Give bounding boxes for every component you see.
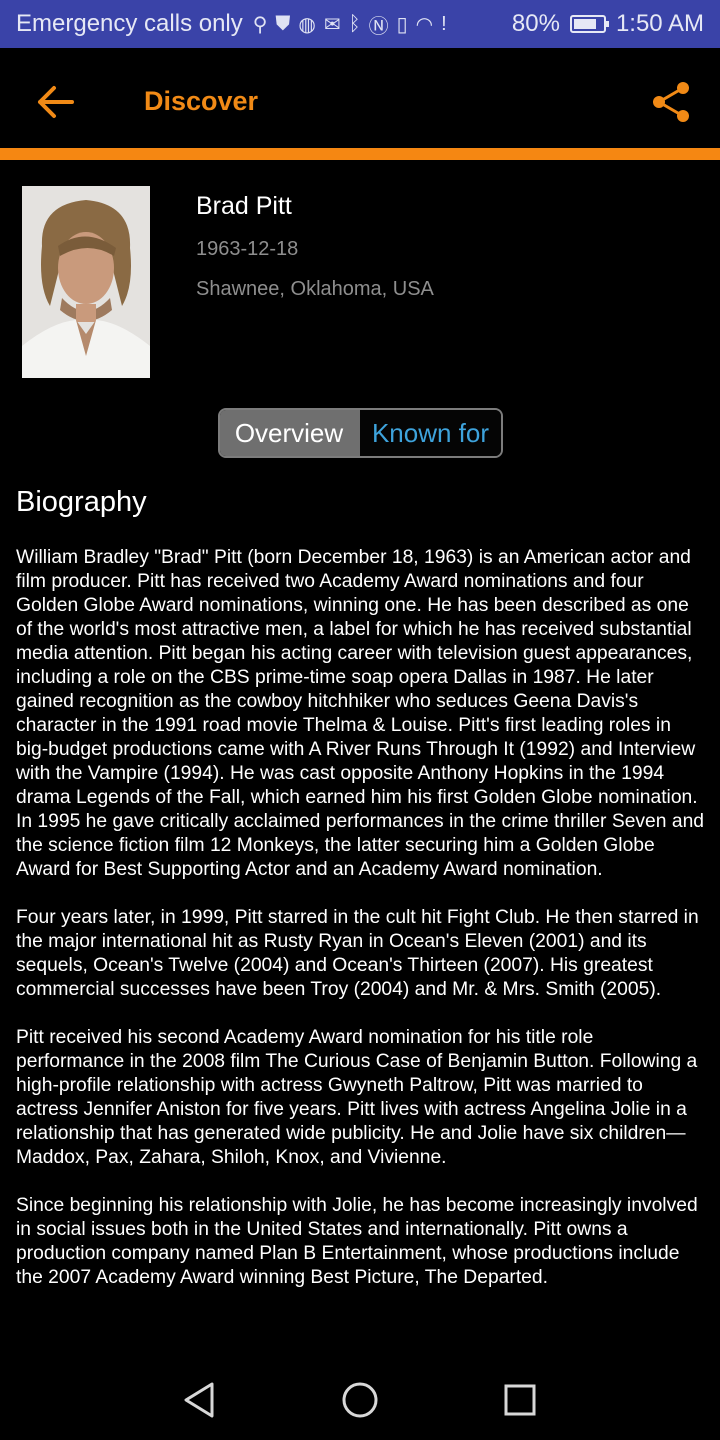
tab-overview[interactable]: Overview <box>220 410 358 456</box>
biography-paragraph: Pitt received his second Academy Award n… <box>16 1027 698 1168</box>
wifi-icon: ◠ <box>415 13 434 36</box>
biography-heading: Biography <box>16 486 147 518</box>
portrait-image <box>22 186 150 378</box>
biography-paragraph: Since beginning his relationship with Jo… <box>16 1195 698 1288</box>
birth-date: 1963-12-18 <box>196 238 299 260</box>
bluetooth-icon: ᛒ <box>348 12 361 35</box>
back-arrow-icon <box>38 86 74 118</box>
page-title: Discover <box>144 86 259 116</box>
header-divider <box>0 148 720 160</box>
basketball-icon: ◍ <box>298 13 316 36</box>
person-name: Brad Pitt <box>196 192 292 220</box>
share-button[interactable] <box>650 80 694 124</box>
status-bar: Emergency calls only ⚲ ⛊ ◍ ✉ ᛒ Ⓝ ▯ ◠ ! 8… <box>0 0 720 48</box>
recents-square-icon <box>504 1384 536 1416</box>
status-right: 80% 1:50 AM <box>512 10 704 38</box>
vibrate-icon: ▯ <box>396 13 408 36</box>
battery-fill <box>573 19 597 29</box>
shield-icon: ⛊ <box>275 12 291 35</box>
battery-icon <box>569 15 609 33</box>
nav-back-button[interactable] <box>176 1380 224 1420</box>
mail-icon: ✉ <box>323 13 341 36</box>
profile-photo <box>22 186 150 378</box>
back-triangle-icon <box>184 1382 214 1418</box>
tab-switcher: Overview Known for <box>218 408 503 458</box>
nav-recents-button[interactable] <box>500 1380 540 1420</box>
biography-paragraph: William Bradley "Brad" Pitt (born Decemb… <box>16 547 705 880</box>
status-left: Emergency calls only ⚲ ⛊ ◍ ✉ ᛒ Ⓝ ▯ ◠ ! <box>16 10 512 39</box>
alert-icon: ! <box>441 12 447 35</box>
battery-percent: 80% <box>511 10 560 37</box>
status-icons: ⚲ ⛊ ◍ ✉ ᛒ Ⓝ ▯ ◠ ! <box>253 10 447 39</box>
biography-text: William Bradley "Brad" Pitt (born Decemb… <box>16 546 706 1314</box>
carrier-text: Emergency calls only <box>16 10 243 37</box>
usb-icon: ⚲ <box>252 13 268 36</box>
share-icon <box>653 82 689 122</box>
back-button[interactable] <box>34 84 78 120</box>
home-circle-icon <box>342 1382 378 1418</box>
tab-known-for[interactable]: Known for <box>358 410 501 456</box>
app-bar: Discover <box>0 48 720 148</box>
birth-place: Shawnee, Oklahoma, USA <box>196 278 434 300</box>
nav-home-button[interactable] <box>338 1378 382 1422</box>
system-nav-bar <box>0 1360 720 1440</box>
biography-paragraph: Four years later, in 1999, Pitt starred … <box>16 907 699 1000</box>
nfc-icon: Ⓝ <box>368 15 389 38</box>
clock: 1:50 AM <box>615 10 704 37</box>
